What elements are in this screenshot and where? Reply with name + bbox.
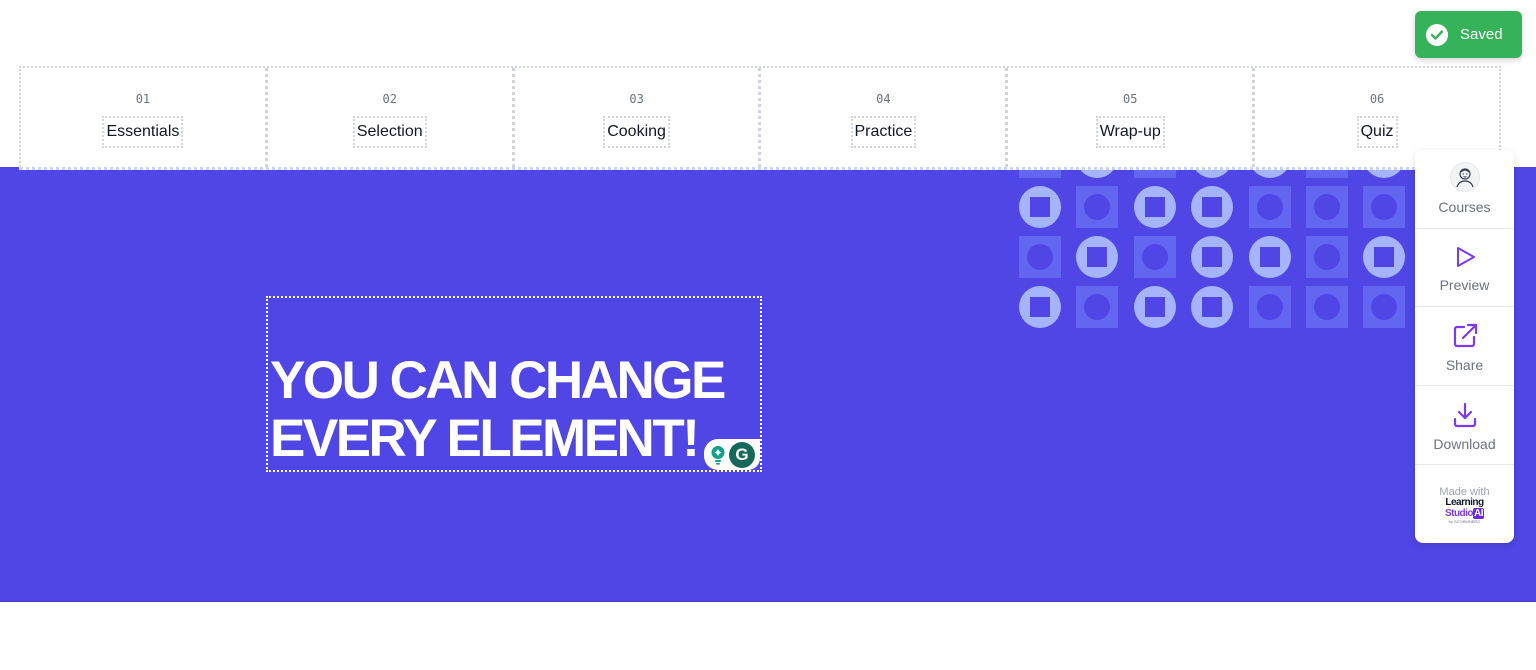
nav-number: 04	[876, 92, 891, 106]
pattern-square-shape	[1248, 186, 1291, 228]
pattern-square-shape	[1076, 286, 1119, 328]
nav-number: 06	[1369, 92, 1385, 106]
pattern-circle-shape	[1019, 286, 1061, 328]
brand-line-2: StudioAI	[1415, 508, 1514, 519]
pattern-circle-shape	[1191, 236, 1234, 278]
sidebar-label: Courses	[1438, 199, 1491, 215]
nav-number: 02	[382, 92, 397, 106]
sidebar-item-courses[interactable]: Courses	[1415, 150, 1514, 229]
pattern-square-shape	[1363, 186, 1406, 228]
pattern-circle-shape	[1191, 286, 1234, 328]
brand-line-1: Learning	[1445, 497, 1484, 508]
external-link-icon	[1452, 323, 1478, 354]
sidebar-item-preview[interactable]: Preview	[1415, 229, 1514, 307]
avatar-icon	[1449, 162, 1480, 192]
pattern-square-shape	[1019, 236, 1061, 278]
brand-studio: Studio	[1444, 508, 1474, 519]
check-circle-icon	[1426, 23, 1448, 46]
pattern-square-shape	[1306, 236, 1348, 278]
pattern-circle-shape	[1133, 286, 1176, 328]
pattern-square-shape	[1306, 286, 1348, 328]
pattern-square-shape	[1076, 186, 1119, 228]
right-sidebar: Courses Preview Share Download Made with…	[1415, 150, 1514, 543]
pattern-circle-shape	[1076, 236, 1119, 278]
nav-label[interactable]: Cooking	[603, 116, 670, 148]
made-with-badge[interactable]: Made with Learning StudioAI by SCORMHERO	[1415, 486, 1514, 525]
nav-item-wrap-up[interactable]: 05 Wrap-up	[1008, 68, 1256, 167]
sidebar-item-download[interactable]: Download	[1415, 386, 1514, 465]
download-icon	[1452, 402, 1478, 433]
pattern-circle-shape	[1133, 186, 1176, 228]
nav-number: 05	[1123, 92, 1138, 106]
pattern-circle-shape	[1191, 186, 1234, 228]
pattern-circle-shape	[1248, 236, 1291, 278]
nav-number: 03	[629, 92, 644, 106]
heading-line-2: EVERY ELEMENT!	[270, 409, 700, 468]
nav-label[interactable]: Selection	[352, 116, 427, 148]
pattern-circle-shape	[1019, 186, 1061, 228]
pattern-square-shape	[1306, 186, 1348, 228]
sidebar-item-share[interactable]: Share	[1415, 307, 1514, 386]
lightbulb-icon[interactable]	[709, 444, 727, 466]
play-icon	[1453, 245, 1477, 274]
brand-by: by SCORMHERO	[1448, 519, 1481, 524]
nav-label[interactable]: Practice	[850, 116, 917, 148]
pattern-square-shape	[1133, 236, 1176, 278]
brand-ai: AI	[1473, 508, 1485, 519]
nav-item-practice[interactable]: 04 Practice	[761, 68, 1009, 167]
grammarly-widget[interactable]: G	[704, 439, 760, 470]
nav-label[interactable]: Wrap-up	[1095, 116, 1165, 148]
sidebar-label: Download	[1433, 436, 1496, 452]
grammarly-logo-icon[interactable]: G	[729, 441, 755, 468]
section-nav: 01 Essentials 02 Selection 03 Cooking 04…	[19, 66, 1501, 170]
nav-item-cooking[interactable]: 03 Cooking	[515, 68, 762, 167]
pattern-square-shape	[1363, 286, 1406, 328]
saved-toast: Saved	[1415, 11, 1522, 58]
page: 01 Essentials 02 Selection 03 Cooking 04…	[0, 0, 1536, 670]
sidebar-label: Preview	[1439, 277, 1490, 293]
nav-label[interactable]: Essentials	[102, 116, 184, 148]
nav-item-essentials[interactable]: 01 Essentials	[21, 68, 268, 167]
hero-heading[interactable]: YOU CAN CHANGE EVERY ELEMENT!	[270, 351, 726, 468]
pattern-circle-shape	[1363, 236, 1406, 278]
heading-text-box[interactable]: YOU CAN CHANGE EVERY ELEMENT! G	[266, 296, 762, 472]
nav-label[interactable]: Quiz	[1356, 116, 1398, 148]
nav-item-selection[interactable]: 02 Selection	[268, 68, 515, 167]
pattern-square-shape	[1248, 286, 1291, 328]
heading-line-1: YOU CAN CHANGE	[270, 351, 726, 410]
saved-label: Saved	[1460, 26, 1503, 43]
sidebar-label: Share	[1445, 357, 1484, 373]
nav-number: 01	[135, 92, 151, 106]
